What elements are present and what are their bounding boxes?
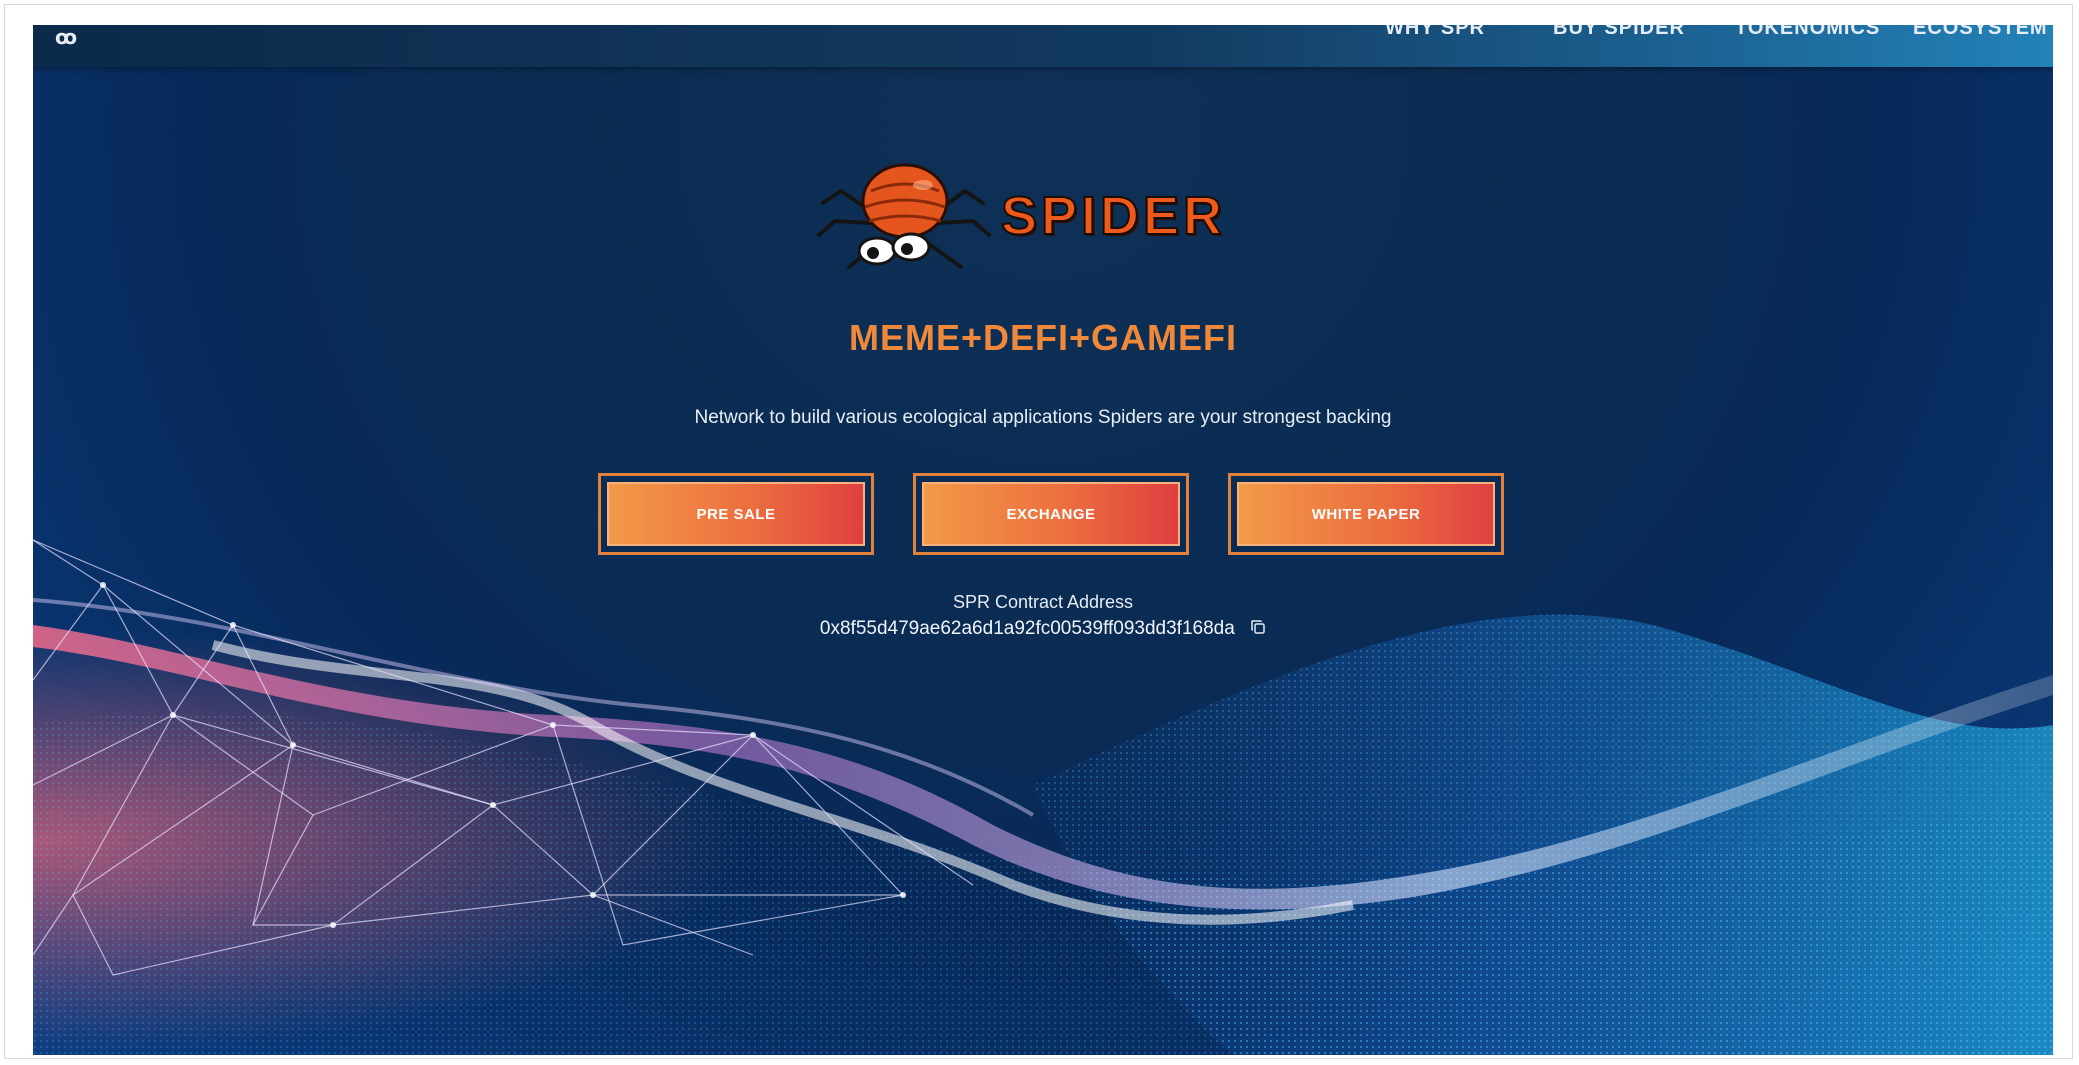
white-paper-button-label: WHITE PAPER [1237,482,1495,546]
nav-item-why-spr[interactable]: WHY SPR [1385,25,1485,40]
brand-icon[interactable]: ꝏ [55,25,77,50]
pre-sale-button-label: PRE SALE [607,482,865,546]
nav-item-ecosystem[interactable]: ECOSYSTEM [1913,25,2048,40]
screenshot-frame: ꝏ WHY SPR BUY SPIDER TOKENOMICS ECOSYSTE… [4,4,2073,1059]
hero-subtitle: Network to build various ecological appl… [694,407,1392,428]
pre-sale-button[interactable]: PRE SALE [598,473,874,555]
logo-wordmark: SPIDER [1000,185,1227,247]
nav-item-buy-spider[interactable]: BUY SPIDER [1553,25,1685,40]
white-paper-button[interactable]: WHITE PAPER [1228,473,1504,555]
hero-tagline: MEME+DEFI+GAMEFI [848,317,1238,358]
exchange-button[interactable]: EXCHANGE [913,473,1189,555]
spider-logo: SPIDER [813,155,1333,275]
top-navigation-bar: ꝏ WHY SPR BUY SPIDER TOKENOMICS ECOSYSTE… [33,25,2053,67]
spider-landing-page: ꝏ WHY SPR BUY SPIDER TOKENOMICS ECOSYSTE… [33,25,2053,1055]
contract-address-row: 0x8f55d479ae62a6d1a92fc00539ff093dd3f168… [33,618,2053,640]
exchange-button-label: EXCHANGE [922,482,1180,546]
contract-address-label: SPR Contract Address [952,592,1134,612]
copy-icon[interactable] [1250,619,1266,635]
spider-mascot-icon [817,163,991,269]
contract-address-value: 0x8f55d479ae62a6d1a92fc00539ff093dd3f168… [819,618,1235,639]
nav-item-tokenomics[interactable]: TOKENOMICS [1735,25,1880,40]
